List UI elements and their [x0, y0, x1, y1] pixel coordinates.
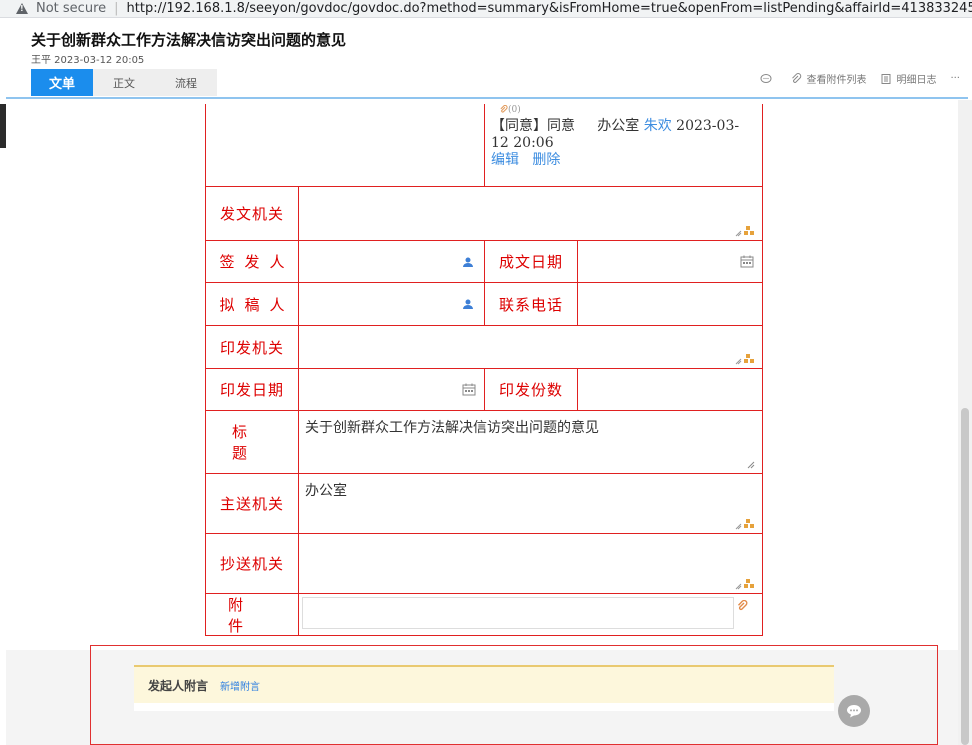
label-yinfa-riqi: 印发日期: [206, 369, 299, 410]
label-fujian: 附件: [206, 594, 299, 635]
field-biaoti[interactable]: 关于创新群众工作方法解决信访突出问题的意见: [299, 411, 762, 473]
paperclip-icon: [792, 72, 802, 83]
edit-link[interactable]: 编辑: [491, 152, 519, 168]
field-zhusong[interactable]: 办公室: [299, 474, 762, 533]
separator: |: [114, 1, 119, 16]
label-zhusong: 主送机关: [206, 474, 299, 533]
toolbar: 查看附件列表 明细日志 ···: [746, 71, 960, 86]
row-fujian: 附件: [206, 593, 762, 635]
detail-log-button[interactable]: 明细日志: [880, 71, 936, 86]
label-yinfa-jiguan: 印发机关: [206, 326, 299, 368]
address-bar[interactable]: Not secure | http://192.168.1.8/seeyon/g…: [0, 0, 972, 18]
field-yinfa-riqi[interactable]: [299, 369, 485, 410]
sender-comment-bar: 发起人附言 新增附言: [134, 665, 834, 703]
row-qianfa: 签发人 成文日期: [206, 240, 762, 282]
paperclip-icon: [500, 104, 508, 113]
warning-icon: [16, 3, 28, 14]
field-chengwen-riqi[interactable]: [578, 241, 762, 282]
opinion-attachment-count[interactable]: (0): [499, 102, 521, 119]
page-title: 关于创新群众工作方法解决信访突出问题的意见: [31, 31, 347, 49]
detail-log-label: 明细日志: [896, 75, 937, 86]
label-biaoti: 标题: [206, 411, 299, 473]
row-nigao: 拟稿人 联系电话: [206, 282, 762, 325]
add-comment-link[interactable]: 新增附言: [220, 678, 260, 693]
tab-bar: 文单 正文 流程: [31, 69, 217, 96]
header-divider: [6, 97, 968, 99]
opinion-cell: (0) 【同意】同意 办公室 朱欢 2023-03-12 20:06 编辑 删除: [485, 104, 762, 186]
author-date: 王平 2023-03-12 20:05: [31, 55, 145, 66]
field-yinfa-fenshu[interactable]: [578, 369, 762, 410]
row-chaosong: 抄送机关: [206, 533, 762, 593]
calendar-icon[interactable]: [740, 255, 754, 268]
row-zhusong: 主送机关 办公室: [206, 473, 762, 533]
opinion-dept: 办公室: [597, 118, 640, 134]
field-yinfa-jiguan[interactable]: [299, 326, 762, 368]
page-header: 关于创新群众工作方法解决信访突出问题的意见 王平 2023-03-12 20:0…: [0, 18, 972, 98]
url-text[interactable]: http://192.168.1.8/seeyon/govdoc/govdoc.…: [127, 1, 972, 16]
org-picker-icon[interactable]: [735, 518, 757, 530]
comment-icon: [760, 73, 772, 83]
opinion-text: 【同意】同意: [491, 118, 575, 134]
row-yinfa-jiguan: 印发机关: [206, 325, 762, 368]
delete-link[interactable]: 删除: [532, 152, 560, 168]
calendar-icon[interactable]: [462, 383, 476, 396]
org-picker-icon[interactable]: [735, 353, 757, 365]
field-chaosong[interactable]: [299, 534, 762, 593]
zhusong-value: 办公室: [305, 483, 347, 499]
chat-icon: [847, 705, 861, 718]
opinion-row: (0) 【同意】同意 办公室 朱欢 2023-03-12 20:06 编辑 删除: [206, 104, 762, 186]
attachment-list-button[interactable]: 查看附件列表: [790, 71, 866, 86]
sender-comment-title: 发起人附言: [148, 678, 209, 693]
comment-body: [134, 703, 834, 711]
field-fujian: [299, 594, 762, 635]
label-chaosong: 抄送机关: [206, 534, 299, 593]
attachment-list-label: 查看附件列表: [806, 75, 867, 86]
person-icon[interactable]: [462, 256, 474, 268]
security-label[interactable]: Not secure: [36, 1, 106, 16]
attachment-input[interactable]: [302, 597, 734, 629]
field-lianxi-dianhua[interactable]: [578, 283, 762, 325]
field-nigao-ren[interactable]: [299, 283, 485, 325]
org-picker-icon[interactable]: [735, 225, 757, 237]
more-button[interactable]: ···: [950, 73, 960, 84]
scrollbar-thumb[interactable]: [961, 408, 969, 745]
tab-wendan[interactable]: 文单: [31, 69, 93, 96]
log-icon: [881, 73, 891, 84]
label-chengwen-riqi: 成文日期: [485, 241, 578, 282]
field-qianfa-ren[interactable]: [299, 241, 485, 282]
opinion-person[interactable]: 朱欢: [644, 118, 672, 134]
label-lianxi-dianhua: 联系电话: [485, 283, 578, 325]
org-picker-icon[interactable]: [735, 578, 757, 590]
field-fawen-jiguan[interactable]: [299, 187, 762, 240]
opinion-label-cell: [206, 104, 485, 186]
document-form: (0) 【同意】同意 办公室 朱欢 2023-03-12 20:06 编辑 删除…: [205, 104, 763, 636]
person-icon[interactable]: [462, 298, 474, 310]
tab-zhengwen[interactable]: 正文: [93, 69, 155, 96]
label-nigao-ren: 拟稿人: [206, 283, 299, 325]
chat-button[interactable]: [838, 695, 870, 727]
row-biaoti: 标题 关于创新群众工作方法解决信访突出问题的意见: [206, 410, 762, 473]
label-fawen-jiguan: 发文机关: [206, 187, 299, 240]
label-yinfa-fenshu: 印发份数: [485, 369, 578, 410]
comment-tool[interactable]: [760, 73, 776, 85]
resize-handle-icon[interactable]: [747, 461, 755, 469]
label-qianfa-ren: 签发人: [206, 241, 299, 282]
biaoti-value: 关于创新群众工作方法解决信访突出问题的意见: [305, 420, 599, 436]
tab-liucheng[interactable]: 流程: [155, 69, 217, 96]
row-fawen-jiguan: 发文机关: [206, 186, 762, 240]
left-edge-strip: [0, 104, 6, 148]
row-yinfa-riqi: 印发日期 印发份数: [206, 368, 762, 410]
paperclip-icon[interactable]: [736, 600, 748, 612]
